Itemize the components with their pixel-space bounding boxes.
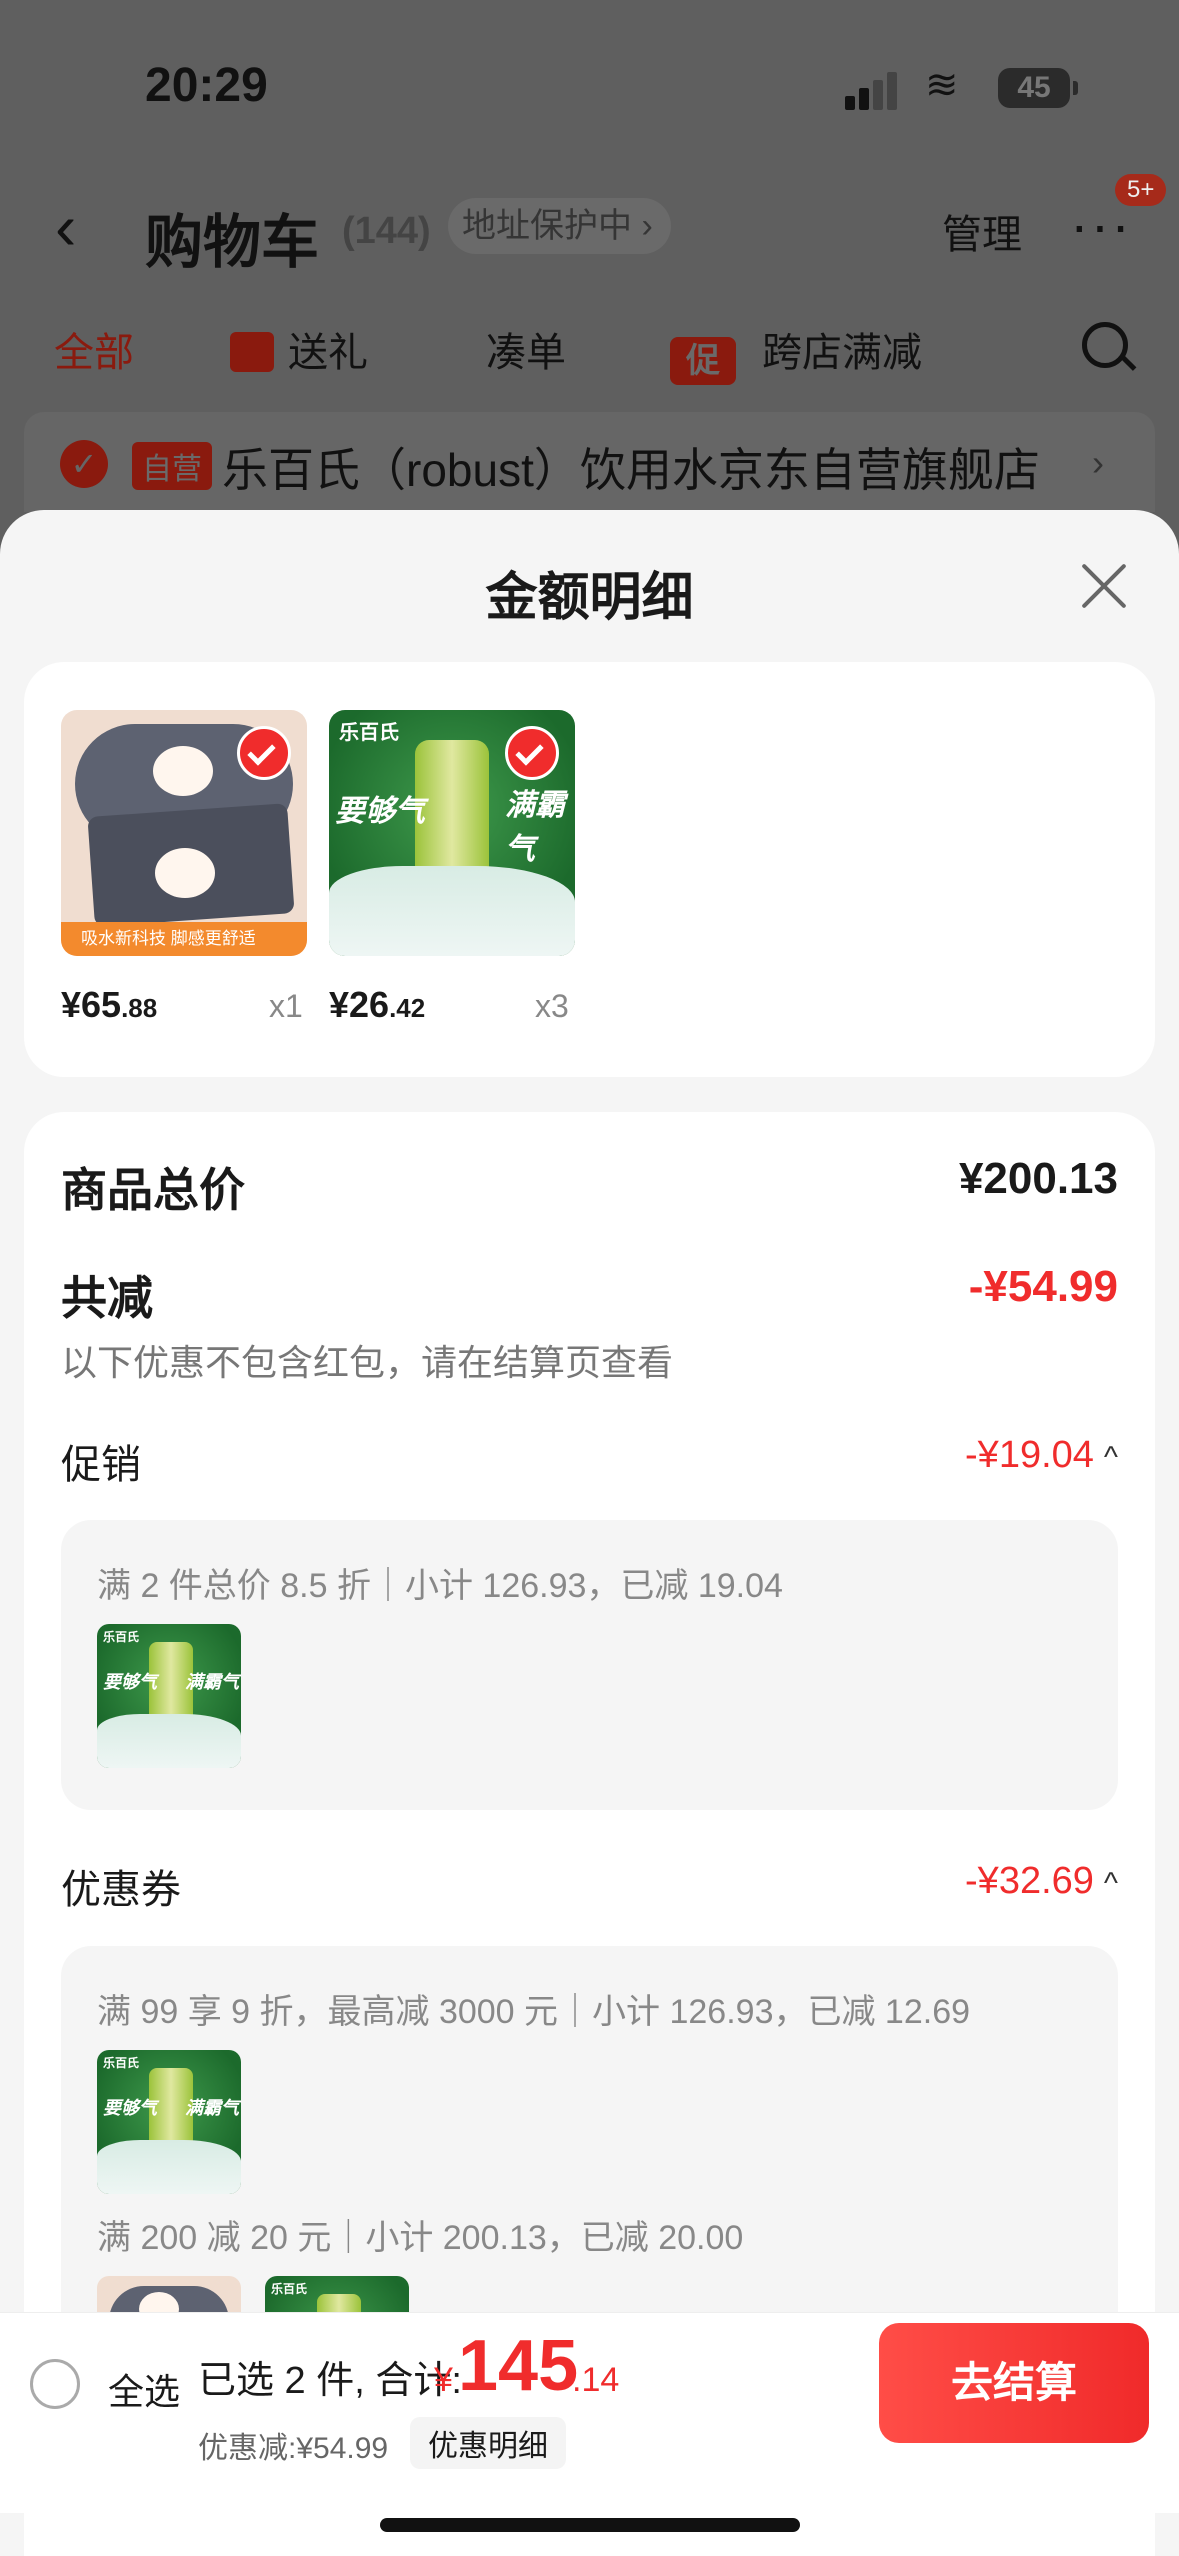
cart-count: (144) [342,210,431,252]
slogan: 满霸气 [185,2098,239,2118]
ice-graphic [97,1714,241,1768]
product-qty: x3 [535,988,569,1024]
bear-graphic [155,848,215,898]
signal-icon [845,70,905,110]
page-title: 购物车 [145,210,320,275]
chevron-right-icon[interactable]: › [1092,442,1104,484]
tab-cross-store[interactable]: 促跨店满减 [670,320,922,385]
tab-gift[interactable]: 送礼 [230,320,368,378]
amount-detail-sheet: 金额明细 吸水新科技 脚感更舒适 ¥65.88 x1 乐百氏 要够气 满霸气 ¥… [0,510,1179,2556]
manage-button[interactable]: 管理 [942,202,1022,260]
price-dec: .42 [389,993,426,1023]
shop-name[interactable]: 乐百氏（robust）饮用水京东自营旗舰店 [222,434,1042,500]
product-price: ¥65.88 [61,984,157,1026]
battery-icon: 45 [998,68,1078,108]
coupon-amount: -¥32.69 [965,1860,1094,1902]
bear-graphic [153,746,213,796]
chevron-up-icon: ^ [1103,1867,1118,1900]
slogan: 满霸气 [185,1672,239,1692]
discount-detail-button[interactable]: 优惠明细 [410,2417,566,2469]
promo-amount: -¥19.04 [965,1434,1094,1476]
reduce-note: 以下优惠不包含红包，请在结算页查看 [61,1342,674,1383]
message-badge: 5+ [1115,174,1167,206]
product-image-bath-mat[interactable]: 吸水新科技 脚感更舒适 [61,710,307,956]
coupon-product-thumb[interactable]: 乐百氏 要够气 满霸气 [97,2050,241,2194]
shop-checkbox[interactable]: ✓ [60,440,108,488]
coupon-label: 优惠券 [61,1868,181,1912]
checked-icon[interactable] [505,726,559,780]
status-time: 20:29 [145,59,268,112]
brand-logo: 乐百氏 [339,722,399,744]
product-qty: x1 [269,988,303,1024]
selected-products-card: 吸水新科技 脚感更舒适 ¥65.88 x1 乐百氏 要够气 满霸气 ¥26.42… [24,662,1155,1077]
checked-icon[interactable] [237,726,291,780]
status-bar: 20:29 ≋ 45 [0,0,1179,170]
brand-logo: 乐百氏 [103,2056,140,2070]
checkout-bar: 全选 已选 2 件, 合计: ¥ 145 .14 优惠减:¥54.99 优惠明细… [0,2312,1179,2513]
close-icon[interactable] [1078,560,1130,612]
home-indicator[interactable] [380,2518,800,2532]
brand-logo: 乐百氏 [103,1630,140,1644]
sheet-title: 金额明细 [485,569,694,627]
product-banner: 吸水新科技 脚感更舒适 [61,922,307,956]
promo-value[interactable]: -¥19.04 ^ [965,1434,1118,1477]
promo-rule: 满 2 件总价 8.5 折｜小计 126.93，已减 19.04 [97,1567,783,1605]
tab-all[interactable]: 全部 [54,320,134,378]
coupon-rule: 满 99 享 9 折，最高减 3000 元｜小计 126.93，已减 12.69 [97,1993,971,2031]
slogan: 要够气 [335,795,425,828]
cart-header: ‹ 购物车 (144) 地址保护中 › 管理 ··· 5+ [0,174,1179,280]
total-value: ¥200.13 [958,1154,1118,1203]
select-all-label[interactable]: 全选 [108,2363,180,2415]
ice-graphic [329,866,575,956]
summary-label: 已选 2 件, 合计: [198,2360,462,2402]
search-icon[interactable] [1082,322,1128,368]
checkout-button[interactable]: 去结算 [879,2323,1149,2443]
shop-row: ✓ 自营 乐百氏（robust）饮用水京东自营旗舰店 › [24,412,1155,512]
address-protect-pill[interactable]: 地址保护中 › [448,198,671,254]
slogan: 满霸气 [505,789,565,866]
tab-cross-store-label: 跨店满减 [762,331,922,375]
coupon-rule: 满 200 减 20 元｜小计 200.13，已减 20.00 [97,2219,744,2257]
select-all-checkbox[interactable] [30,2359,80,2409]
cart-tabs: 全部 送礼 凑单 促跨店满减 [0,320,1179,390]
product-price: ¥26.42 [329,984,425,1026]
reduce-label: 共减 [61,1272,153,1324]
price-int: ¥65 [61,984,122,1025]
promo-detail-box: 满 2 件总价 8.5 折｜小计 126.93，已减 19.04 乐百氏 要够气… [61,1520,1118,1810]
brand-logo: 乐百氏 [271,2282,308,2296]
total-label: 商品总价 [61,1164,245,1216]
slogan: 要够气 [103,1672,157,1692]
product-image-robust[interactable]: 乐百氏 要够气 满霸气 [329,710,575,956]
price-dec: .88 [121,993,158,1023]
total-price-dec: .14 [572,2361,620,2399]
promo-product-thumb[interactable]: 乐百氏 要够气 满霸气 [97,1624,241,1768]
tab-gift-label: 送礼 [288,331,368,375]
tab-combine[interactable]: 凑单 [486,320,566,378]
promo-icon: 促 [670,337,736,385]
discount-amount: 优惠减:¥54.99 [198,2432,389,2465]
coupon-value[interactable]: -¥32.69 ^ [965,1860,1118,1903]
price-int: ¥26 [329,984,390,1025]
back-icon[interactable]: ‹ [55,190,76,264]
promo-label: 促销 [61,1443,141,1487]
ice-graphic [97,2140,241,2194]
reduce-value: -¥54.99 [968,1262,1118,1311]
chevron-up-icon: ^ [1103,1441,1118,1474]
wifi-icon: ≋ [925,63,959,107]
currency-symbol: ¥ [434,2361,453,2399]
self-operated-badge: 自营 [132,442,212,490]
total-price-int: 145 [458,2326,579,2406]
gift-icon [230,332,274,372]
slogan: 要够气 [103,2098,157,2118]
